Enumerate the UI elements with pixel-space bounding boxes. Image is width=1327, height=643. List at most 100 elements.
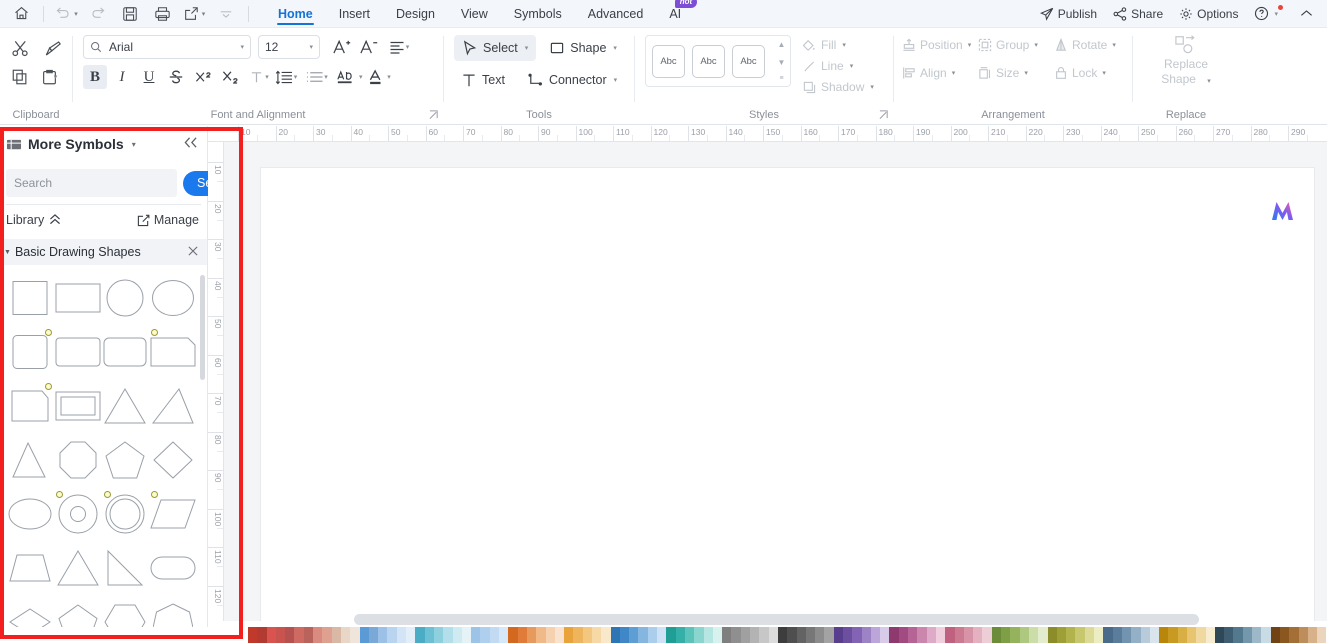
paste-caret-icon[interactable]: ▾ (54, 73, 58, 81)
color-swatch[interactable] (396, 627, 407, 643)
chevron-up-double-icon[interactable] (49, 213, 61, 227)
fill-button[interactable]: Fill ▾ (803, 37, 874, 53)
color-swatch[interactable] (1298, 627, 1308, 643)
color-swatch[interactable] (1279, 627, 1290, 643)
color-swatch[interactable] (1149, 627, 1160, 643)
color-swatch[interactable] (443, 627, 453, 643)
font-size-select[interactable]: 12 ▾ (258, 35, 320, 59)
adjust-handle-2[interactable] (151, 329, 159, 336)
color-swatch[interactable] (787, 627, 797, 643)
fill-caret-icon[interactable]: ▾ (842, 41, 846, 49)
color-swatch[interactable] (1159, 627, 1169, 643)
format-painter-button[interactable] (38, 35, 66, 61)
home-icon[interactable] (5, 1, 37, 27)
size-button[interactable]: Size ▾ (978, 63, 1050, 83)
shape-diamond[interactable] (149, 435, 197, 485)
color-swatch[interactable] (1214, 627, 1225, 643)
line-spacing-button[interactable]: ▾ (274, 65, 298, 89)
collapse-ribbon-button[interactable] (1294, 1, 1319, 27)
shape-parallelogram[interactable] (149, 489, 197, 539)
color-swatch[interactable] (750, 627, 760, 643)
color-swatch[interactable] (331, 627, 341, 643)
options-button[interactable]: Options (1172, 1, 1245, 27)
text-case-button[interactable]: ▾ (336, 65, 363, 89)
color-swatch[interactable] (1010, 627, 1020, 643)
color-swatch[interactable] (740, 627, 751, 643)
color-swatch[interactable] (684, 627, 695, 643)
color-swatch[interactable] (1066, 627, 1076, 643)
styles-gallery[interactable]: Abc Abc Abc ▲ ▼ ≡ (645, 35, 791, 87)
line-button[interactable]: Line ▾ (803, 58, 874, 74)
styles-scroll-up-icon[interactable]: ▲ (778, 40, 786, 49)
text-tool-button[interactable]: Text (454, 67, 513, 93)
chevron-down-small-icon[interactable]: ▼ (4, 249, 11, 256)
color-swatch[interactable] (1075, 627, 1085, 643)
shape-rounded-square[interactable] (6, 327, 54, 377)
menu-item-insert[interactable]: Insert (326, 0, 383, 27)
bullet-list-button[interactable]: ▾ (305, 65, 329, 89)
color-swatch[interactable] (815, 627, 825, 643)
color-swatch[interactable] (610, 627, 620, 643)
color-swatch[interactable] (1233, 627, 1243, 643)
color-swatch[interactable] (1307, 627, 1318, 643)
adjust-handle[interactable] (44, 329, 52, 336)
color-swatch[interactable] (1242, 627, 1253, 643)
shape-octagon[interactable] (54, 435, 102, 485)
color-swatch[interactable] (517, 627, 527, 643)
color-swatch[interactable] (917, 627, 927, 643)
color-swatch[interactable] (973, 627, 983, 643)
shape-square[interactable] (6, 273, 54, 323)
color-swatch[interactable] (703, 627, 713, 643)
shape-trapezoid[interactable] (6, 543, 54, 593)
close-icon[interactable] (187, 245, 199, 260)
color-swatch[interactable] (870, 627, 881, 643)
color-swatch[interactable] (322, 627, 332, 643)
color-swatch[interactable] (1289, 627, 1299, 643)
print-icon[interactable] (146, 1, 178, 27)
shape-ellipse-wide[interactable] (149, 273, 197, 323)
increase-font-button[interactable] (329, 35, 353, 59)
shape-ellipse[interactable] (6, 489, 54, 539)
strikethrough-button[interactable] (164, 65, 188, 89)
color-swatch[interactable] (1094, 627, 1104, 643)
color-swatch[interactable] (889, 627, 899, 643)
subscript-button[interactable] (218, 65, 242, 89)
export-caret[interactable]: ▾ (202, 10, 206, 18)
cut-button[interactable] (6, 35, 34, 61)
style-thumbnail-3[interactable]: Abc (732, 44, 765, 78)
shapes-scroll-area[interactable] (0, 265, 207, 643)
help-button[interactable]: ▾ (1247, 1, 1292, 27)
shape-tool-button[interactable]: Shape ▾ (542, 35, 625, 61)
connector-caret-icon[interactable]: ▾ (614, 76, 618, 84)
color-swatch[interactable] (629, 627, 639, 643)
color-swatch[interactable] (1177, 627, 1187, 643)
menu-item-advanced[interactable]: Advanced (575, 0, 657, 27)
color-swatch[interactable] (963, 627, 974, 643)
color-swatch[interactable] (768, 627, 778, 643)
align-button[interactable]: Align ▾ (902, 63, 974, 83)
canvas-page[interactable] (260, 167, 1315, 621)
color-swatch[interactable] (248, 627, 258, 643)
color-swatch[interactable] (554, 627, 565, 643)
superscript-button[interactable] (191, 65, 215, 89)
shadow-caret-icon[interactable]: ▾ (870, 83, 874, 91)
position-caret-icon[interactable]: ▾ (968, 41, 972, 49)
rotate-caret-icon[interactable]: ▾ (1112, 41, 1116, 49)
color-swatch[interactable] (452, 627, 462, 643)
color-swatch[interactable] (257, 627, 267, 643)
color-swatch[interactable] (982, 627, 992, 643)
shape-circle[interactable] (102, 273, 150, 323)
shape-rounded-rectangle[interactable] (54, 327, 102, 377)
color-swatch[interactable] (796, 627, 806, 643)
undo-caret[interactable]: ▾ (74, 10, 78, 18)
color-swatch[interactable] (991, 627, 1002, 643)
replace-shape-line2[interactable]: Shape ▾ (1161, 72, 1211, 89)
color-swatch[interactable] (1131, 627, 1141, 643)
double-chevron-left-icon[interactable] (182, 136, 199, 153)
color-swatch[interactable] (1103, 627, 1113, 643)
color-swatch[interactable] (675, 627, 685, 643)
shape-frame-rectangle[interactable] (54, 381, 102, 431)
color-swatch[interactable] (1001, 627, 1011, 643)
color-swatch[interactable] (908, 627, 918, 643)
color-swatch[interactable] (954, 627, 964, 643)
